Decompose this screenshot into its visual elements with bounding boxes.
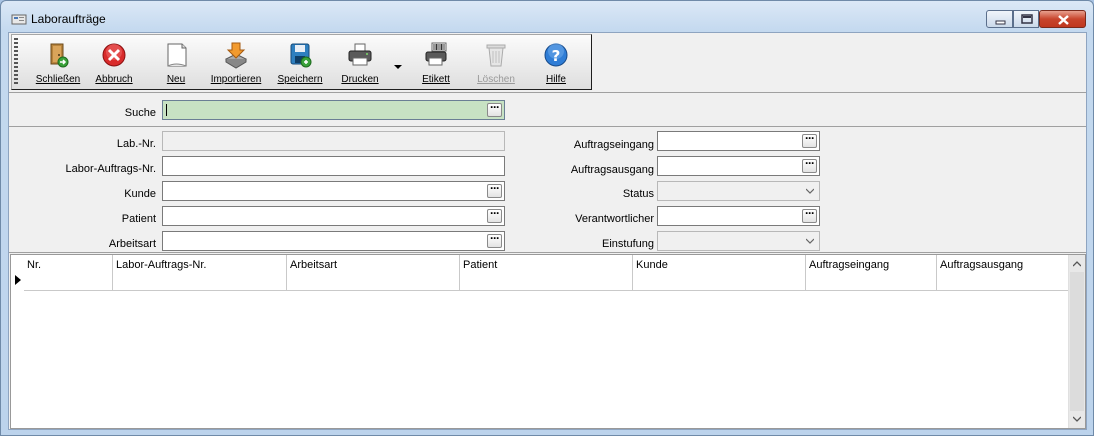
- exit-door-icon: [50, 43, 69, 68]
- auftragseingang-label: Auftragseingang: [573, 139, 654, 151]
- lab-nr-field: [162, 131, 505, 151]
- save-button-label: Speichern: [277, 74, 323, 85]
- search-label: Suche: [124, 107, 156, 119]
- patient-lookup-button[interactable]: [487, 207, 502, 223]
- help-button-label: Hilfe: [545, 74, 566, 85]
- cancel-button-label: Abbruch: [95, 74, 133, 85]
- einstufung-dropdown[interactable]: [657, 231, 820, 251]
- toolbar: Schließen Abbruch Neu Importieren Speich…: [11, 34, 592, 90]
- minimize-icon: [995, 20, 1006, 25]
- search-input[interactable]: [162, 100, 505, 120]
- lab-nr-label: Lab.-Nr.: [116, 138, 156, 150]
- print-dropdown-arrow[interactable]: [394, 65, 402, 69]
- arbeitsart-lookup-button[interactable]: [487, 232, 502, 248]
- arbeitsart-label: Arbeitsart: [108, 238, 156, 250]
- app-window: Laboraufträge Schließen Abbruch Neu Impo…: [0, 0, 1094, 436]
- import-icon: [224, 42, 248, 69]
- verantwortlicher-label: Verantwortlicher: [575, 213, 654, 225]
- scrollbar-thumb[interactable]: [1070, 272, 1084, 411]
- einstufung-label: Einstufung: [602, 238, 654, 250]
- verantwortlicher-field[interactable]: [657, 206, 820, 226]
- delete-button-label: Löschen: [477, 74, 515, 85]
- column-header-auftragsausgang[interactable]: Auftragsausgang: [937, 255, 1069, 291]
- auftragsausgang-field[interactable]: [657, 156, 820, 176]
- label-printer-icon: [425, 42, 447, 66]
- auftragseingang-field[interactable]: [657, 131, 820, 151]
- column-header-kunde[interactable]: Kunde: [633, 255, 806, 291]
- labor-auftrags-nr-label: Labor-Auftrags-Nr.: [65, 163, 156, 175]
- print-button-label: Drucken: [341, 74, 379, 85]
- title-bar: Laboraufträge: [1, 1, 1093, 33]
- label-button[interactable]: Etikett: [406, 39, 466, 87]
- column-header-nr[interactable]: Nr.: [24, 255, 113, 291]
- window-icon: [11, 14, 27, 25]
- patient-field[interactable]: [162, 206, 505, 226]
- save-button[interactable]: Speichern: [270, 39, 330, 87]
- cancel-icon: [102, 43, 126, 67]
- status-dropdown[interactable]: [657, 181, 820, 201]
- vertical-scrollbar[interactable]: [1068, 255, 1085, 428]
- column-header-arbeitsart[interactable]: Arbeitsart: [287, 255, 460, 291]
- help-icon: ?: [544, 43, 568, 67]
- svg-text:?: ?: [552, 47, 561, 65]
- auftragseingang-picker-button[interactable]: [802, 132, 817, 148]
- delete-button[interactable]: Löschen: [466, 39, 526, 87]
- scroll-down-icon[interactable]: [1073, 415, 1081, 423]
- toolbar-grip[interactable]: [14, 38, 18, 86]
- scroll-up-icon[interactable]: [1073, 260, 1081, 268]
- chevron-down-icon: [806, 238, 814, 244]
- maximize-button[interactable]: [1013, 10, 1039, 28]
- close-window-button[interactable]: [1039, 10, 1086, 28]
- import-button[interactable]: Importieren: [206, 39, 266, 87]
- search-divider: [9, 126, 1086, 127]
- kunde-field[interactable]: [162, 181, 505, 201]
- column-header-auftragseingang[interactable]: Auftragseingang: [806, 255, 937, 291]
- labor-auftrags-nr-field[interactable]: [162, 156, 505, 176]
- label-button-label: Etikett: [422, 74, 450, 85]
- new-button[interactable]: Neu: [146, 39, 206, 87]
- text-cursor: [166, 104, 167, 116]
- cancel-button[interactable]: Abbruch: [84, 39, 144, 87]
- column-header-labor-auftrags-nr[interactable]: Labor-Auftrags-Nr.: [113, 255, 287, 291]
- status-label: Status: [622, 188, 654, 200]
- close-button-label: Schließen: [35, 74, 81, 85]
- kunde-label: Kunde: [124, 188, 156, 200]
- current-row-indicator: [15, 275, 21, 285]
- print-button[interactable]: Drucken: [330, 39, 390, 87]
- verantwortlicher-lookup-button[interactable]: [802, 207, 817, 223]
- arbeitsart-field[interactable]: [162, 231, 505, 251]
- client-area: Schließen Abbruch Neu Importieren Speich…: [8, 32, 1087, 430]
- patient-label: Patient: [121, 213, 156, 225]
- orders-table[interactable]: Nr. Labor-Auftrags-Nr. Arbeitsart Patien…: [10, 254, 1086, 429]
- column-header-patient[interactable]: Patient: [460, 255, 633, 291]
- auftragsausgang-picker-button[interactable]: [802, 157, 817, 173]
- toolbar-divider: [9, 92, 1086, 93]
- auftragsausgang-label: Auftragsausgang: [570, 164, 654, 176]
- window-title: Laboraufträge: [31, 12, 106, 26]
- close-icon: [1058, 15, 1069, 25]
- trash-icon: [486, 44, 506, 67]
- save-icon: [290, 43, 312, 68]
- minimize-button[interactable]: [986, 10, 1013, 28]
- kunde-lookup-button[interactable]: [487, 182, 502, 198]
- import-button-label: Importieren: [210, 74, 262, 85]
- chevron-down-icon: [806, 188, 814, 194]
- form-divider: [9, 252, 1086, 253]
- maximize-icon: [1021, 14, 1033, 24]
- new-document-icon: [167, 43, 187, 67]
- new-button-label: Neu: [166, 74, 186, 85]
- help-button[interactable]: ? Hilfe: [526, 39, 586, 87]
- search-lookup-button[interactable]: [487, 101, 502, 117]
- printer-icon: [348, 43, 372, 66]
- close-button[interactable]: Schließen: [28, 39, 88, 87]
